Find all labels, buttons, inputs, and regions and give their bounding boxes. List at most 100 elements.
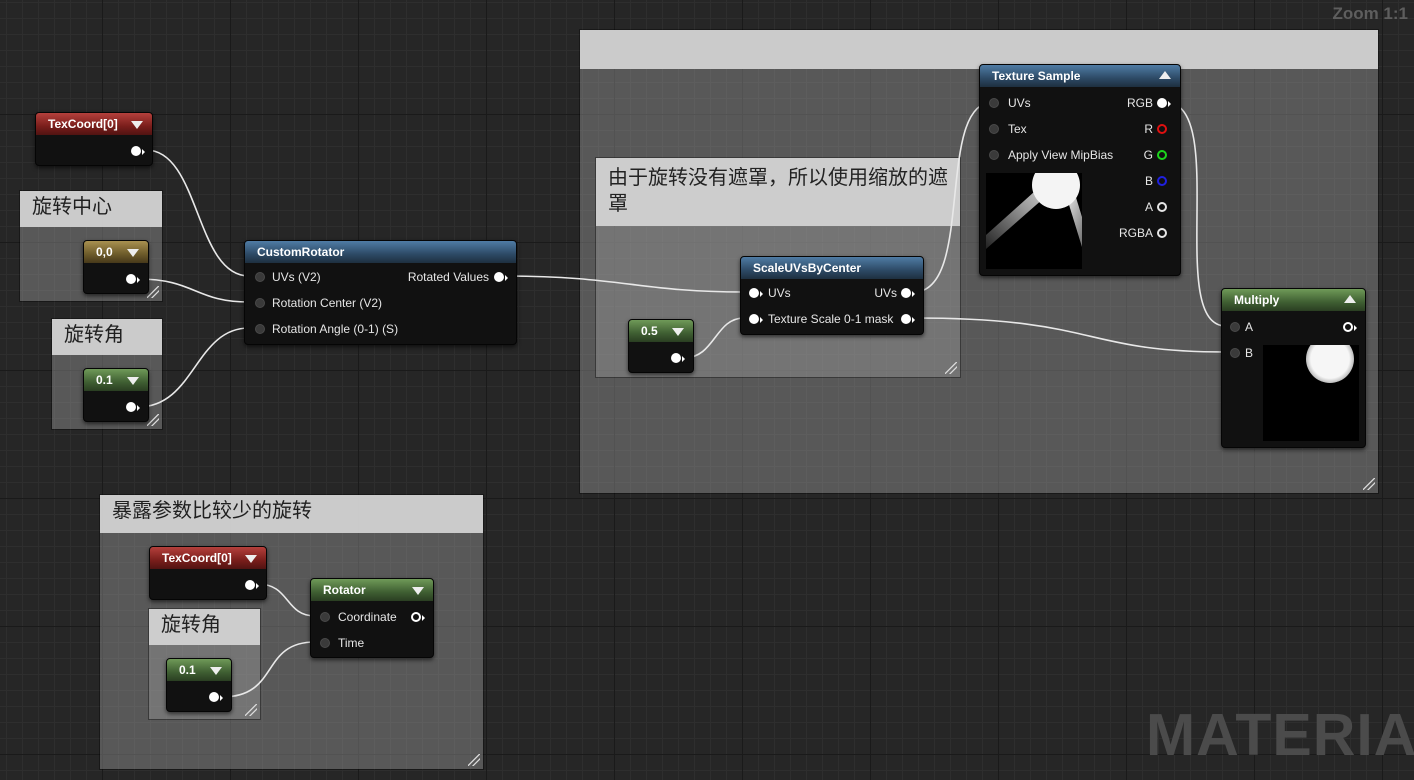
pin-label: UVs bbox=[768, 286, 791, 300]
node-header[interactable]: 0.5 bbox=[629, 320, 693, 342]
input-pin-tex[interactable] bbox=[989, 124, 999, 134]
output-pin[interactable] bbox=[1343, 322, 1353, 332]
constant2vector-node[interactable]: 0,0 bbox=[83, 240, 149, 294]
output-pin-rgb[interactable] bbox=[1157, 98, 1167, 108]
node-title: TexCoord[0] bbox=[48, 117, 118, 131]
rotator-node[interactable]: Rotator Coordinate Time bbox=[310, 578, 434, 658]
collapse-arrow-icon[interactable] bbox=[672, 328, 684, 336]
multiply-preview-image bbox=[1263, 345, 1359, 441]
collapse-arrow-icon[interactable] bbox=[131, 121, 143, 129]
pin-label: Texture Scale 0-1 mask bbox=[768, 312, 894, 326]
pin-arrow-icon bbox=[760, 291, 763, 297]
pin-label: RGBA bbox=[1118, 226, 1153, 240]
node-header[interactable]: Rotator bbox=[311, 579, 433, 601]
collapse-arrow-icon[interactable] bbox=[1159, 71, 1171, 79]
node-header[interactable]: CustomRotator bbox=[245, 241, 516, 263]
output-pin-rotated-values[interactable] bbox=[494, 272, 504, 282]
resize-handle[interactable] bbox=[1363, 478, 1375, 490]
collapse-arrow-icon[interactable] bbox=[1344, 295, 1356, 303]
pin-arrow-icon bbox=[912, 317, 915, 323]
pin-label: Tex bbox=[1008, 122, 1027, 136]
resize-handle[interactable] bbox=[468, 754, 480, 766]
output-pin-uvs[interactable] bbox=[901, 288, 911, 298]
pin-label: RGB bbox=[1126, 96, 1153, 110]
pin-label: B bbox=[1144, 174, 1153, 188]
input-pin-texture-scale[interactable] bbox=[749, 314, 759, 324]
constant-node[interactable]: 0.1 bbox=[83, 368, 149, 422]
graph-type-watermark: MATERIAL bbox=[1146, 702, 1414, 768]
node-header[interactable]: ScaleUVsByCenter bbox=[741, 257, 923, 279]
pin-label: Rotation Center (V2) bbox=[272, 296, 383, 310]
input-pin-uvs[interactable] bbox=[255, 272, 265, 282]
comment-title: 旋转角 bbox=[149, 609, 260, 645]
collapse-arrow-icon[interactable] bbox=[245, 555, 257, 563]
output-pin[interactable] bbox=[126, 274, 136, 284]
input-pin-b[interactable] bbox=[1230, 348, 1240, 358]
collapse-arrow-icon[interactable] bbox=[127, 377, 139, 385]
collapse-arrow-icon[interactable] bbox=[210, 667, 222, 675]
resize-handle[interactable] bbox=[245, 704, 257, 716]
node-header[interactable]: TexCoord[0] bbox=[36, 113, 152, 135]
scale-uvs-by-center-node[interactable]: ScaleUVsByCenter UVs Texture Scale 0-1 m… bbox=[740, 256, 924, 335]
input-pin-rotation-center[interactable] bbox=[255, 298, 265, 308]
pin-arrow-icon bbox=[505, 275, 508, 281]
input-pin-mipbias[interactable] bbox=[989, 150, 999, 160]
custom-rotator-node[interactable]: CustomRotator UVs (V2) Rotation Center (… bbox=[244, 240, 517, 345]
pin-arrow-icon bbox=[1354, 325, 1357, 331]
pin-label: B bbox=[1245, 346, 1254, 360]
pin-label: G bbox=[1143, 148, 1153, 162]
collapse-arrow-icon[interactable] bbox=[412, 587, 424, 595]
output-pin[interactable] bbox=[126, 402, 136, 412]
node-title: 0,0 bbox=[96, 245, 113, 259]
input-pin-uvs[interactable] bbox=[749, 288, 759, 298]
pin-arrow-icon bbox=[137, 405, 140, 411]
output-pin[interactable] bbox=[245, 580, 255, 590]
pin-label: Rotated Values bbox=[407, 270, 489, 284]
pin-label: A bbox=[1144, 200, 1153, 214]
node-title: CustomRotator bbox=[257, 245, 345, 259]
texture-preview-image bbox=[986, 173, 1082, 269]
collapse-arrow-icon[interactable] bbox=[127, 249, 139, 257]
node-header[interactable]: 0.1 bbox=[167, 659, 231, 681]
resize-handle[interactable] bbox=[945, 362, 957, 374]
node-title: Multiply bbox=[1234, 293, 1280, 307]
output-pin-rgba[interactable] bbox=[1157, 228, 1167, 238]
output-pin[interactable] bbox=[131, 146, 141, 156]
pin-arrow-icon bbox=[422, 615, 425, 621]
output-pin-g[interactable] bbox=[1157, 150, 1167, 160]
node-header[interactable]: Texture Sample bbox=[980, 65, 1180, 87]
output-pin-r[interactable] bbox=[1157, 124, 1167, 134]
pin-arrow-icon bbox=[142, 149, 145, 155]
output-pin-a[interactable] bbox=[1157, 202, 1167, 212]
zoom-indicator: Zoom 1:1 bbox=[1332, 4, 1408, 23]
texcoord-node[interactable]: TexCoord[0] bbox=[35, 112, 153, 166]
input-pin-uvs[interactable] bbox=[989, 98, 999, 108]
node-title: TexCoord[0] bbox=[162, 551, 232, 565]
output-pin-b[interactable] bbox=[1157, 176, 1167, 186]
input-pin-coordinate[interactable] bbox=[320, 612, 330, 622]
pin-arrow-icon bbox=[682, 356, 685, 362]
node-title: 0.1 bbox=[179, 663, 196, 677]
output-pin[interactable] bbox=[671, 353, 681, 363]
node-title: Rotator bbox=[323, 583, 366, 597]
texture-sample-node[interactable]: Texture Sample UVs Tex Apply View MipBia… bbox=[979, 64, 1181, 276]
comment-title: 旋转角 bbox=[52, 319, 162, 355]
node-header[interactable]: TexCoord[0] bbox=[150, 547, 266, 569]
constant-node[interactable]: 0.5 bbox=[628, 319, 694, 373]
input-pin-time[interactable] bbox=[320, 638, 330, 648]
pin-arrow-icon bbox=[137, 277, 140, 283]
node-title: 0.1 bbox=[96, 373, 113, 387]
texcoord-node[interactable]: TexCoord[0] bbox=[149, 546, 267, 600]
multiply-node[interactable]: Multiply A B bbox=[1221, 288, 1366, 448]
constant-node[interactable]: 0.1 bbox=[166, 658, 232, 712]
pin-arrow-icon bbox=[220, 695, 223, 701]
output-pin-mask[interactable] bbox=[901, 314, 911, 324]
node-header[interactable]: Multiply bbox=[1222, 289, 1365, 311]
node-header[interactable]: 0,0 bbox=[84, 241, 148, 263]
input-pin-rotation-angle[interactable] bbox=[255, 324, 265, 334]
node-title: Texture Sample bbox=[992, 69, 1081, 83]
output-pin[interactable] bbox=[411, 612, 421, 622]
node-header[interactable]: 0.1 bbox=[84, 369, 148, 391]
output-pin[interactable] bbox=[209, 692, 219, 702]
input-pin-a[interactable] bbox=[1230, 322, 1240, 332]
